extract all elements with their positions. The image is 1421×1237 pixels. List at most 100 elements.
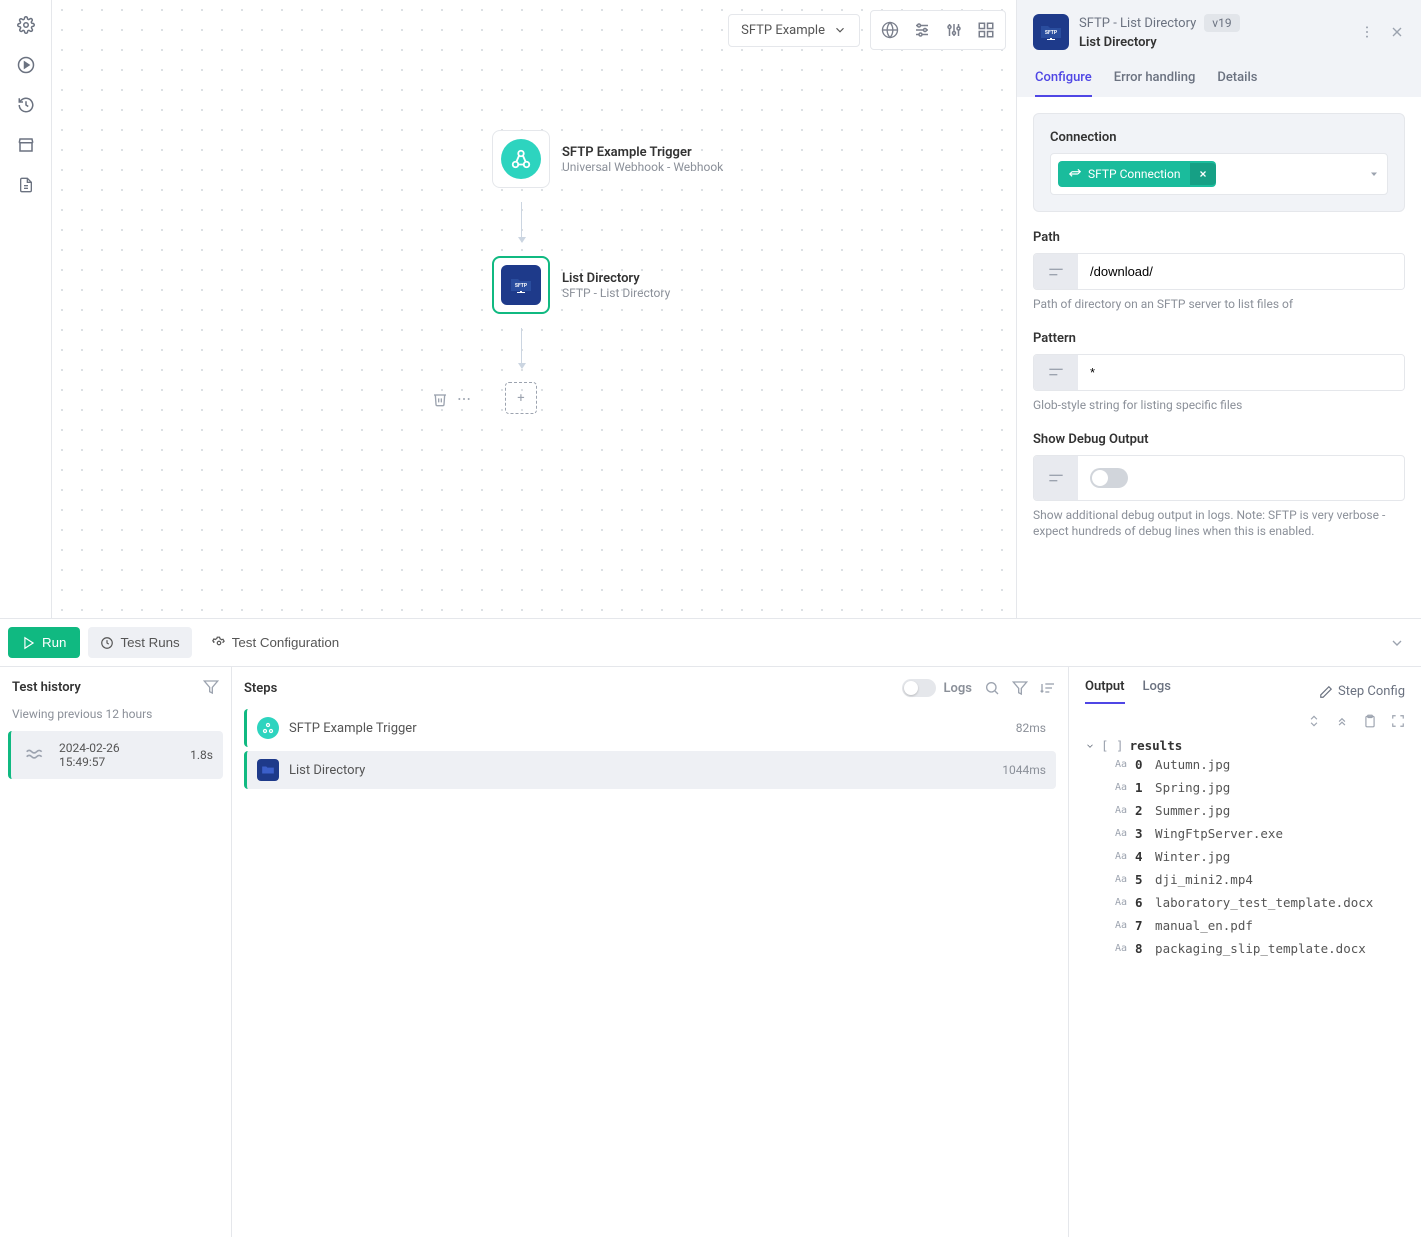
chevron-down-icon[interactable] — [1389, 635, 1413, 651]
tree-item[interactable]: Aa0Autumn.jpg — [1085, 753, 1405, 776]
sftp-icon — [257, 759, 279, 781]
pattern-label: Pattern — [1033, 331, 1405, 346]
tab-details[interactable]: Details — [1217, 70, 1257, 97]
string-type-icon: Aa — [1115, 828, 1127, 839]
template-icon[interactable] — [1034, 254, 1078, 289]
sftp-icon: SFTP — [1033, 14, 1069, 50]
panel-title: List Directory — [1079, 35, 1349, 50]
tab-logs[interactable]: Logs — [1143, 679, 1171, 704]
test-config-button[interactable]: Test Configuration — [200, 627, 351, 658]
pattern-input[interactable] — [1078, 355, 1404, 390]
sliders-h-icon[interactable] — [907, 15, 937, 45]
flow-node-list-directory[interactable]: SFTP List Directory SFTP - List Director… — [492, 256, 723, 314]
canvas-tools — [870, 10, 1006, 50]
marketplace-icon[interactable] — [15, 134, 37, 156]
gear-icon — [212, 636, 226, 650]
more-icon[interactable] — [456, 391, 472, 407]
flow-node-trigger[interactable]: SFTP Example Trigger Universal Webhook -… — [492, 130, 723, 188]
expand-icon[interactable] — [1335, 714, 1349, 728]
play-icon — [22, 636, 36, 650]
sort-icon[interactable] — [1040, 680, 1056, 696]
tree-item[interactable]: Aa8packaging_slip_template.docx — [1085, 937, 1405, 960]
svg-text:SFTP: SFTP — [515, 283, 528, 289]
logs-toggle[interactable] — [902, 679, 936, 697]
edit-icon — [1319, 685, 1333, 699]
chevron-down-icon — [1085, 741, 1095, 751]
trash-icon[interactable] — [432, 391, 448, 407]
svg-text:SFTP: SFTP — [1045, 30, 1058, 36]
globe-icon[interactable] — [875, 15, 905, 45]
node-subtitle: Universal Webhook - Webhook — [562, 160, 723, 174]
side-panel: SFTP SFTP - List Directory v19 List Dire… — [1016, 0, 1421, 618]
search-icon[interactable] — [984, 680, 1000, 696]
waves-icon — [21, 741, 49, 769]
panel-breadcrumb: SFTP - List Directory — [1079, 16, 1196, 31]
string-type-icon: Aa — [1115, 897, 1127, 908]
node-title: SFTP Example Trigger — [562, 145, 723, 160]
tab-output[interactable]: Output — [1085, 679, 1125, 704]
tree-item[interactable]: Aa6laboratory_test_template.docx — [1085, 891, 1405, 914]
run-button[interactable]: Run — [8, 627, 80, 658]
clipboard-icon[interactable] — [1363, 714, 1377, 728]
path-help: Path of directory on an SFTP server to l… — [1033, 296, 1405, 313]
tab-error-handling[interactable]: Error handling — [1114, 70, 1196, 97]
version-badge: v19 — [1204, 14, 1239, 32]
tree-item[interactable]: Aa3WingFtpServer.exe — [1085, 822, 1405, 845]
path-input[interactable] — [1078, 254, 1404, 289]
string-type-icon: Aa — [1115, 805, 1127, 816]
step-row[interactable]: SFTP Example Trigger 82ms — [244, 709, 1056, 747]
test-runs-button[interactable]: Test Runs — [88, 627, 191, 658]
sftp-icon: SFTP — [501, 265, 541, 305]
more-vertical-icon[interactable] — [1359, 24, 1375, 40]
left-rail — [0, 0, 52, 618]
swap-icon — [1068, 167, 1082, 181]
string-type-icon: Aa — [1115, 943, 1127, 954]
gear-icon[interactable] — [15, 14, 37, 36]
close-icon[interactable] — [1389, 24, 1405, 40]
add-step-button[interactable]: + — [505, 382, 537, 414]
step-config-link[interactable]: Step Config — [1319, 679, 1405, 704]
grid-icon[interactable] — [971, 15, 1001, 45]
workflow-dropdown-label: SFTP Example — [741, 23, 825, 38]
tree-item[interactable]: Aa5dji_mini2.mp4 — [1085, 868, 1405, 891]
connection-label: Connection — [1050, 130, 1388, 145]
history-icon[interactable] — [15, 94, 37, 116]
connection-chip-label: SFTP Connection — [1088, 167, 1180, 181]
canvas[interactable]: SFTP Example SFTP Example Trigger Univer… — [52, 0, 1016, 618]
steps-title: Steps — [244, 681, 277, 696]
tree-item[interactable]: Aa4Winter.jpg — [1085, 845, 1405, 868]
webhook-icon — [501, 139, 541, 179]
template-icon[interactable] — [1034, 456, 1078, 500]
history-item[interactable]: 2024-02-26 15:49:57 1.8s — [8, 731, 223, 779]
string-type-icon: Aa — [1115, 851, 1127, 862]
tree-item[interactable]: Aa7manual_en.pdf — [1085, 914, 1405, 937]
debug-label: Show Debug Output — [1033, 432, 1405, 447]
clock-icon — [100, 636, 114, 650]
file-icon[interactable] — [15, 174, 37, 196]
caret-down-icon — [1368, 168, 1380, 180]
debug-toggle[interactable] — [1090, 468, 1128, 488]
tree-item[interactable]: Aa1Spring.jpg — [1085, 776, 1405, 799]
connection-select[interactable]: SFTP Connection — [1050, 153, 1388, 195]
path-label: Path — [1033, 230, 1405, 245]
fullscreen-icon[interactable] — [1391, 714, 1405, 728]
sliders-v-icon[interactable] — [939, 15, 969, 45]
string-type-icon: Aa — [1115, 920, 1127, 931]
remove-connection-icon[interactable] — [1190, 163, 1216, 185]
collapse-icon[interactable] — [1307, 714, 1321, 728]
tree-root[interactable]: [ ] results — [1085, 738, 1405, 753]
node-subtitle: SFTP - List Directory — [562, 286, 670, 300]
string-type-icon: Aa — [1115, 782, 1127, 793]
filter-icon[interactable] — [1012, 680, 1028, 696]
workflow-dropdown[interactable]: SFTP Example — [728, 14, 860, 47]
debug-help: Show additional debug output in logs. No… — [1033, 507, 1405, 541]
step-row[interactable]: List Directory 1044ms — [244, 751, 1056, 789]
history-subtitle: Viewing previous 12 hours — [0, 707, 231, 731]
tab-configure[interactable]: Configure — [1035, 70, 1092, 97]
template-icon[interactable] — [1034, 355, 1078, 390]
tree-item[interactable]: Aa2Summer.jpg — [1085, 799, 1405, 822]
filter-icon[interactable] — [203, 679, 219, 695]
webhook-icon — [257, 717, 279, 739]
test-history-title: Test history — [12, 680, 81, 695]
play-circle-icon[interactable] — [15, 54, 37, 76]
